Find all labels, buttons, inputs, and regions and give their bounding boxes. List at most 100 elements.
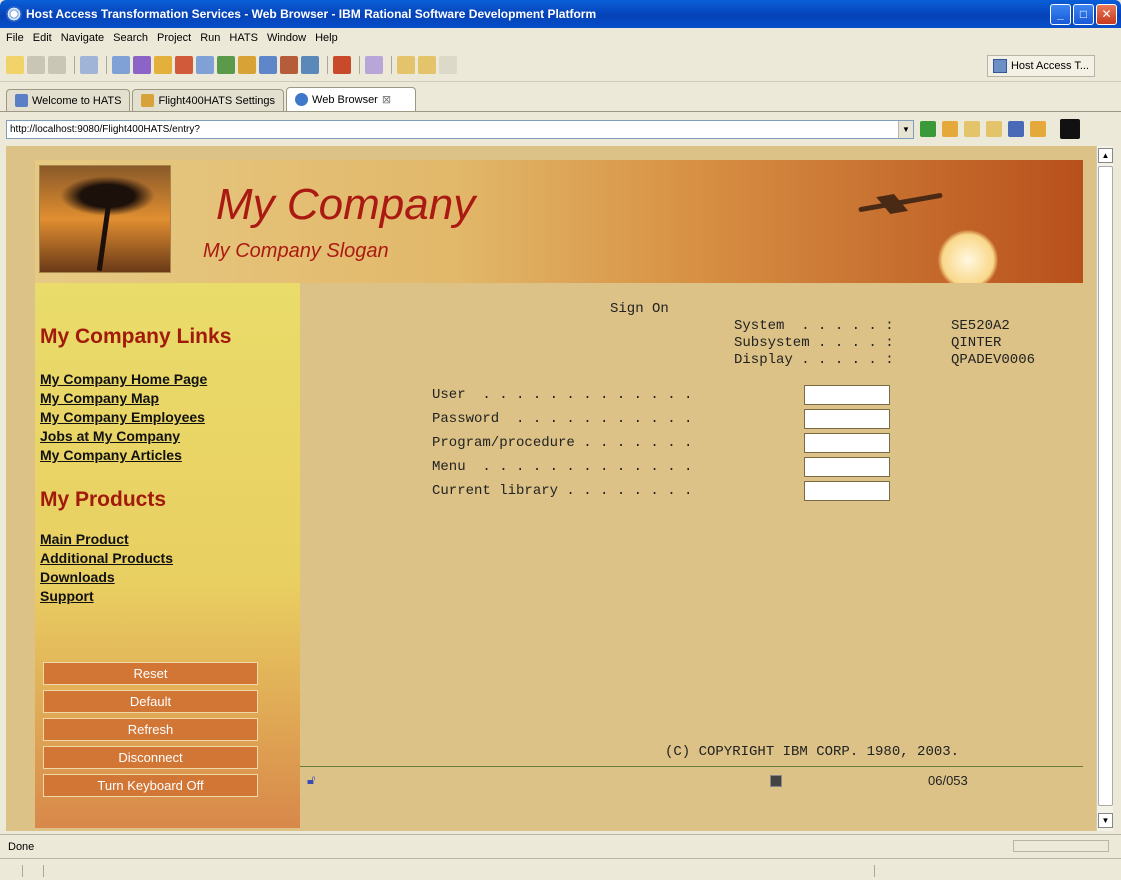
company-slogan: My Company Slogan [203, 240, 389, 262]
menu-file[interactable]: File [6, 32, 24, 44]
link-articles[interactable]: My Company Articles [40, 447, 182, 463]
default-button[interactable]: Default [43, 690, 258, 713]
scroll-thumb[interactable] [1098, 166, 1113, 806]
tab-welcome[interactable]: Welcome to HATS [6, 89, 131, 111]
vertical-scrollbar[interactable]: ▲ ▼ [1096, 146, 1113, 831]
web-service-icon[interactable] [259, 55, 277, 74]
ide-status-bar [0, 858, 1121, 880]
go-icon[interactable] [920, 121, 936, 137]
menu-project[interactable]: Project [157, 32, 191, 44]
link-employees[interactable]: My Company Employees [40, 409, 205, 425]
transformation-icon[interactable] [154, 55, 172, 74]
program-label: Program/procedure . . . . . . . [432, 435, 693, 451]
toolbar-separator [391, 55, 392, 74]
link-home-page[interactable]: My Company Home Page [40, 371, 207, 387]
subsystem-value: QINTER [951, 335, 1002, 351]
forward-arrow-icon[interactable] [439, 55, 457, 74]
menu-help[interactable]: Help [315, 32, 338, 44]
sun-graphic [938, 230, 998, 283]
perspective-switcher[interactable]: Host Access T... [986, 55, 1095, 77]
library-label: Current library . . . . . . . . [432, 483, 693, 499]
progress-box [1013, 840, 1109, 852]
toolbar-separator [327, 55, 328, 74]
disconnect-button[interactable]: Disconnect [43, 746, 258, 769]
tab-web-browser[interactable]: Web Browser ⊠ [286, 87, 417, 111]
products-heading: My Products [40, 488, 167, 511]
tab-label: Flight400HATS Settings [158, 94, 276, 107]
document-icon[interactable] [301, 55, 319, 74]
browser-back-icon[interactable] [964, 121, 980, 137]
menu-hats[interactable]: HATS [229, 32, 258, 44]
system-value: SE520A2 [951, 318, 1010, 334]
menu-edit[interactable]: Edit [33, 32, 52, 44]
user-input[interactable] [804, 385, 890, 405]
password-input[interactable] [804, 409, 890, 429]
perspective-label: Host Access T... [1010, 60, 1089, 72]
browser-toolbar: http://localhost:9080/Flight400HATS/entr… [6, 117, 1116, 141]
menu-input[interactable] [804, 457, 890, 477]
cursor-position: 06/053 [928, 773, 968, 788]
welcome-icon [15, 94, 28, 107]
favorites-icon[interactable] [942, 121, 958, 137]
close-tab-icon[interactable]: ⊠ [382, 93, 391, 106]
tab-settings[interactable]: Flight400HATS Settings [132, 89, 285, 111]
keyboard-icon [770, 775, 782, 787]
print-icon[interactable] [48, 55, 66, 74]
url-value: http://localhost:9080/Flight400HATS/entr… [10, 123, 200, 135]
tab-label: Web Browser [312, 93, 378, 106]
pen-icon[interactable] [365, 55, 383, 74]
program-input[interactable] [804, 433, 890, 453]
back-history-icon[interactable] [397, 55, 415, 74]
subsystem-label: Subsystem . . . . : [734, 335, 894, 351]
refresh-icon[interactable] [1030, 121, 1046, 137]
save-icon[interactable] [27, 55, 45, 74]
url-input[interactable]: http://localhost:9080/Flight400HATS/entr… [6, 119, 914, 139]
user-label: User . . . . . . . . . . . . . [432, 387, 693, 403]
screen-capture-icon[interactable] [133, 55, 151, 74]
refresh-button[interactable]: Refresh [43, 718, 258, 741]
link-jobs[interactable]: Jobs at My Company [40, 428, 180, 444]
business-logic-icon[interactable] [217, 55, 235, 74]
integration-object-icon[interactable] [238, 55, 256, 74]
unlock-icon: 🔓︎ [307, 773, 316, 788]
menu-search[interactable]: Search [113, 32, 148, 44]
browser-forward-icon[interactable] [986, 121, 1002, 137]
display-value: QPADEV0006 [951, 352, 1036, 368]
macro-icon[interactable] [175, 55, 193, 74]
toolbar-separator [74, 55, 75, 74]
scroll-up-icon[interactable]: ▲ [1098, 148, 1113, 163]
view-menu-icon[interactable] [1060, 119, 1080, 139]
menu-run[interactable]: Run [200, 32, 220, 44]
url-dropdown-icon[interactable]: ▼ [898, 120, 913, 138]
airplane-graphic [858, 192, 943, 213]
new-icon[interactable] [6, 55, 24, 74]
back-arrow-icon[interactable] [418, 55, 436, 74]
link-additional-products[interactable]: Additional Products [40, 550, 173, 566]
terminal-icon[interactable] [80, 55, 98, 74]
minimize-button[interactable]: _ [1050, 3, 1071, 25]
password-label: Password . . . . . . . . . . . [432, 411, 693, 427]
link-downloads[interactable]: Downloads [40, 569, 115, 585]
scroll-down-icon[interactable]: ▼ [1098, 813, 1113, 828]
stop-icon[interactable] [1008, 121, 1024, 137]
palm-tree-photo [39, 165, 171, 273]
reset-button[interactable]: Reset [43, 662, 258, 685]
maximize-button[interactable]: □ [1073, 3, 1094, 25]
host-screen: Sign On System . . . . . : SE520A2 Subsy… [300, 283, 1083, 828]
link-company-map[interactable]: My Company Map [40, 390, 159, 406]
portlet-icon[interactable] [280, 55, 298, 74]
menu-window[interactable]: Window [267, 32, 306, 44]
system-label: System . . . . . : [734, 318, 894, 334]
hats-project-icon[interactable] [112, 55, 130, 74]
settings-icon [141, 94, 155, 107]
link-support[interactable]: Support [40, 588, 94, 604]
link-main-product[interactable]: Main Product [40, 531, 129, 547]
company-banner: My Company My Company Slogan [35, 160, 1083, 283]
screen-combination-icon[interactable] [196, 55, 214, 74]
menu-navigate[interactable]: Navigate [61, 32, 104, 44]
keyboard-off-button[interactable]: Turn Keyboard Off [43, 774, 258, 797]
library-input[interactable] [804, 481, 890, 501]
host-title: Sign On [610, 301, 669, 317]
debug-icon[interactable] [333, 55, 351, 74]
close-button[interactable]: ✕ [1096, 3, 1117, 25]
